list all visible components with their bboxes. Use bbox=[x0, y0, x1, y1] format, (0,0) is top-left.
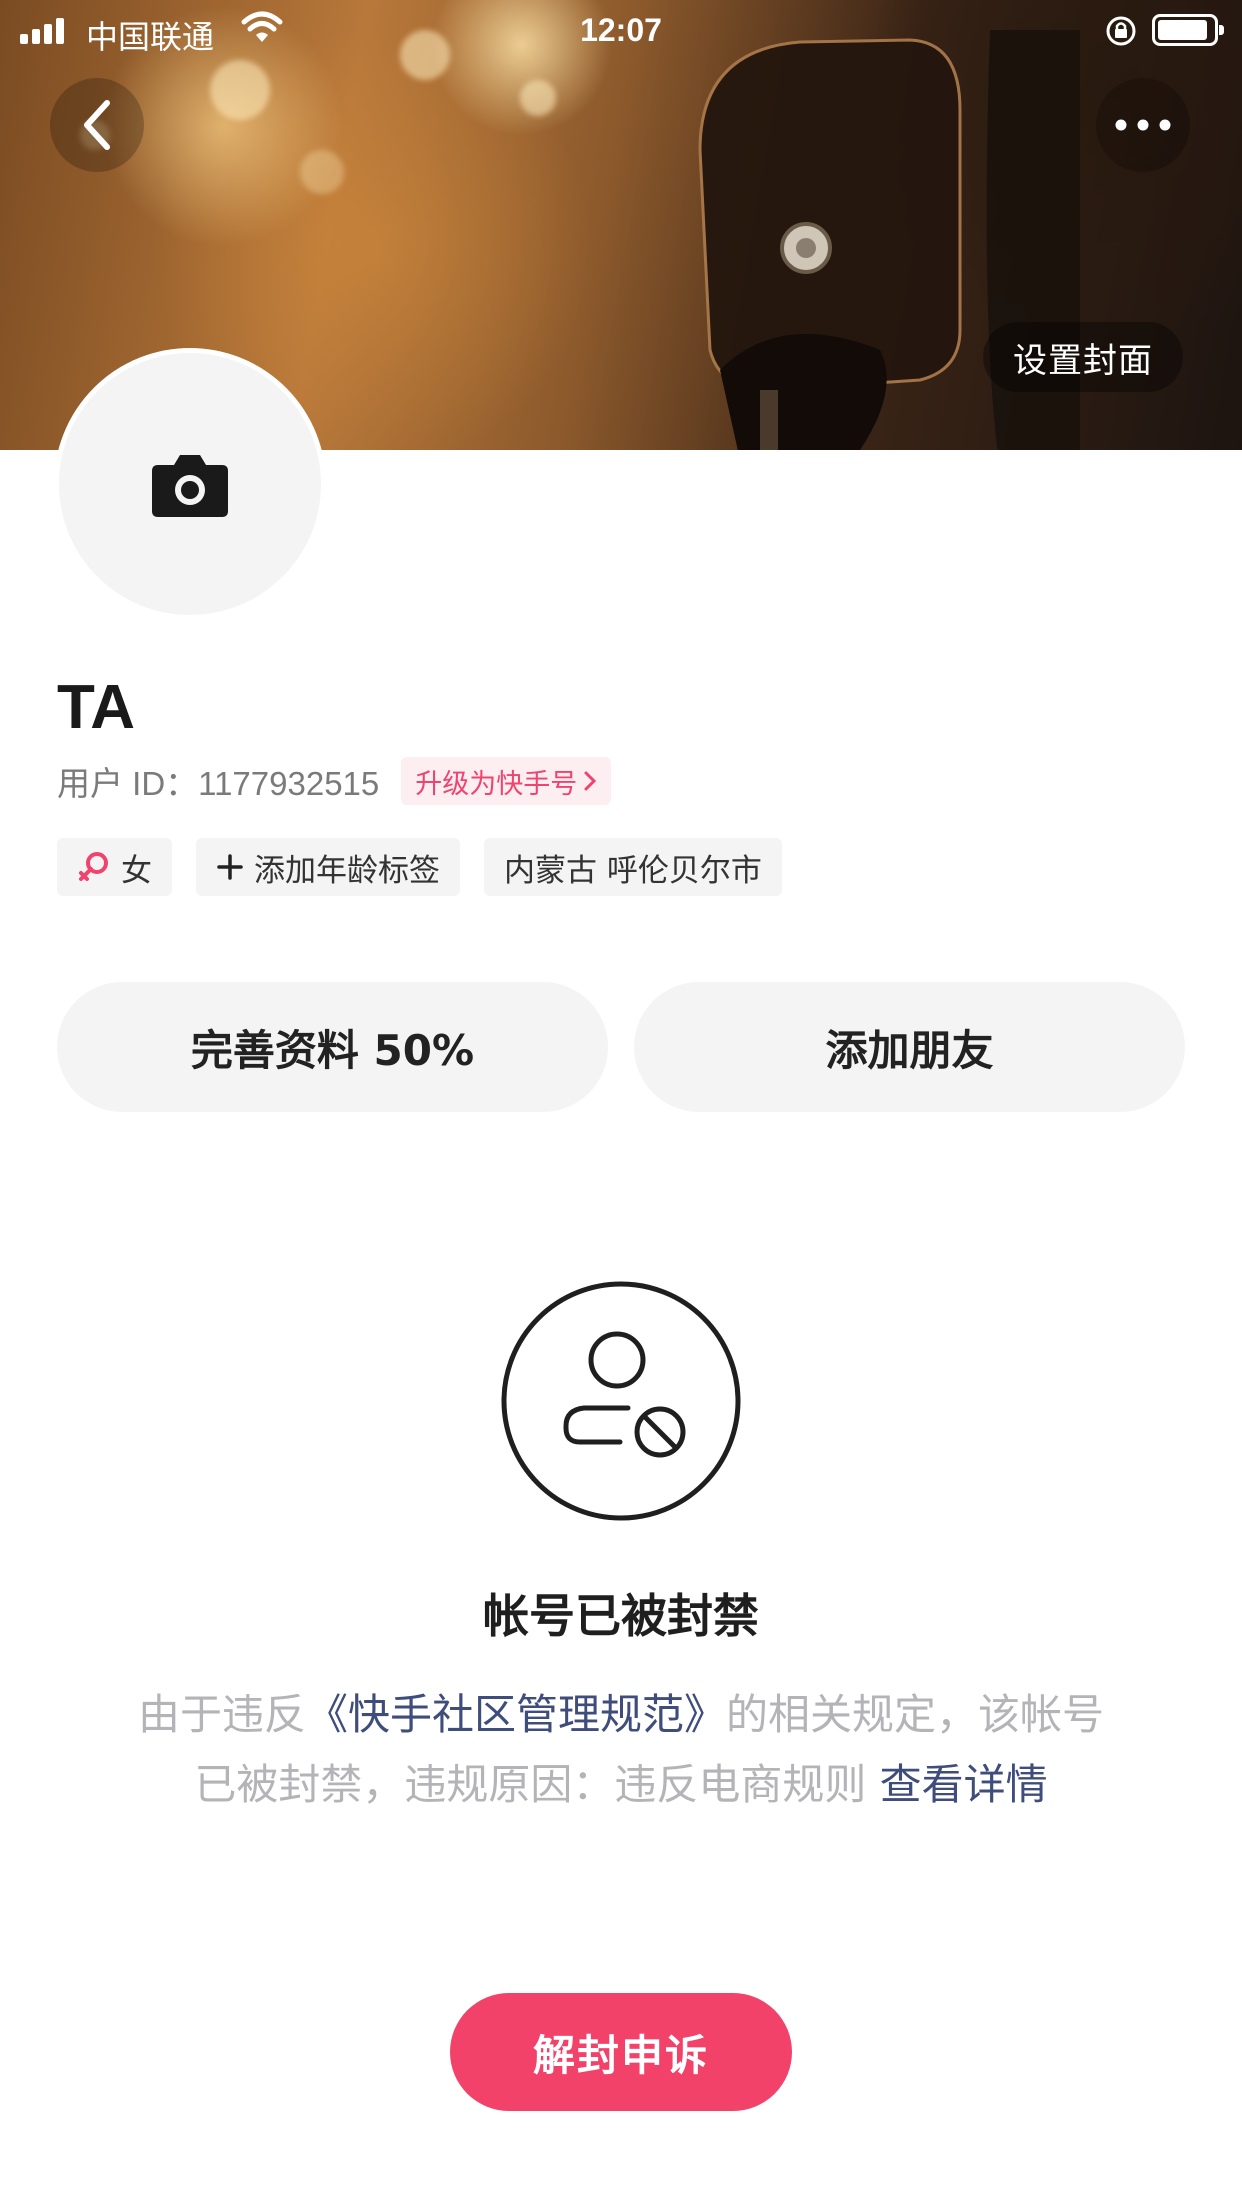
appeal-button[interactable]: 解封申诉 bbox=[450, 1993, 792, 2111]
upgrade-label: 升级为快手号 bbox=[415, 768, 578, 800]
location-tag[interactable]: 内蒙古 呼伦贝尔市 bbox=[484, 838, 782, 896]
complete-profile-button[interactable]: 完善资料 50% bbox=[57, 982, 608, 1112]
ban-desc-prefix: 由于违反 bbox=[137, 1690, 306, 1739]
status-bar: 中国联通 12:07 bbox=[0, 0, 1242, 60]
battery-icon bbox=[1152, 14, 1224, 46]
chevron-right-icon bbox=[584, 771, 597, 791]
upgrade-kuaishou-id-button[interactable]: 升级为快手号 bbox=[401, 757, 612, 805]
ban-description: 由于违反《快手社区管理规范》的相关规定，该帐号已被封禁，违规原因：违反电商规则 … bbox=[125, 1680, 1117, 1820]
plus-icon bbox=[217, 854, 243, 880]
avatar[interactable] bbox=[54, 348, 326, 620]
more-button[interactable] bbox=[1096, 78, 1190, 172]
profile-name: TA bbox=[57, 673, 136, 742]
back-button[interactable] bbox=[50, 78, 144, 172]
user-banned-icon bbox=[501, 1281, 741, 1521]
location-label: 内蒙古 呼伦贝尔市 bbox=[504, 852, 762, 889]
profile-tags: 女 添加年龄标签 内蒙古 呼伦贝尔市 bbox=[57, 838, 782, 896]
add-age-label: 添加年龄标签 bbox=[254, 852, 440, 889]
bokeh-light bbox=[300, 150, 344, 194]
set-cover-button[interactable]: 设置封面 bbox=[983, 322, 1183, 392]
battery-level bbox=[1158, 20, 1207, 40]
camera-icon bbox=[152, 455, 228, 517]
view-details-link[interactable]: 查看详情 bbox=[880, 1760, 1048, 1809]
user-id-row: 用户 ID：1177932515 升级为快手号 bbox=[57, 756, 612, 806]
ban-title: 帐号已被封禁 bbox=[483, 1589, 759, 1643]
bokeh-light bbox=[210, 60, 270, 120]
gender-label: 女 bbox=[121, 852, 152, 889]
profile-actions: 完善资料 50% 添加朋友 bbox=[57, 982, 1185, 1112]
add-age-tag-button[interactable]: 添加年龄标签 bbox=[196, 838, 460, 896]
more-dots-icon bbox=[1115, 119, 1171, 131]
female-icon bbox=[79, 852, 108, 881]
gender-tag[interactable]: 女 bbox=[57, 838, 172, 896]
bokeh-light bbox=[520, 80, 556, 116]
add-friends-button[interactable]: 添加朋友 bbox=[634, 982, 1185, 1112]
rotation-lock-icon bbox=[1106, 16, 1136, 46]
chevron-left-icon bbox=[84, 100, 110, 150]
status-time: 12:07 bbox=[580, 12, 662, 48]
user-id: 用户 ID：1177932515 bbox=[57, 765, 380, 802]
community-rules-link[interactable]: 《快手社区管理规范》 bbox=[306, 1690, 726, 1739]
